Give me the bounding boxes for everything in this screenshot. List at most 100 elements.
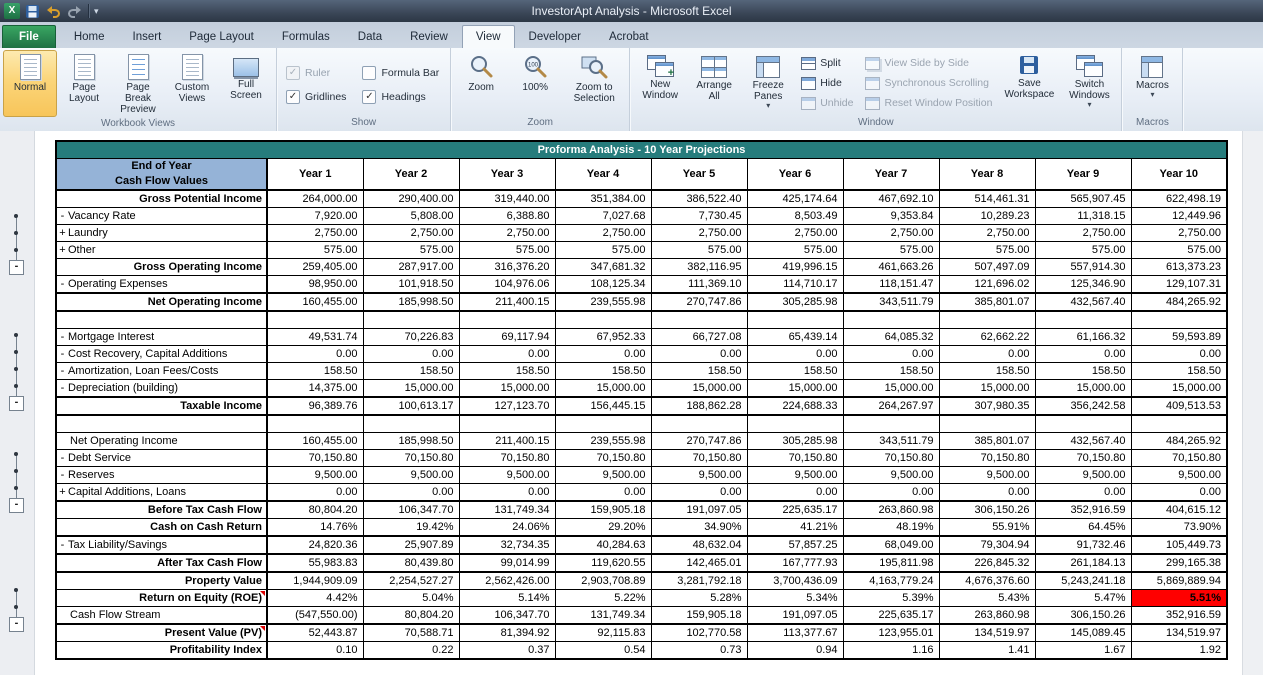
value-cell[interactable]: 0.10 (267, 642, 363, 660)
value-cell[interactable]: 142,465.01 (651, 554, 747, 572)
row-label-cell[interactable]: -Operating Expenses (56, 276, 267, 294)
row-label-cell[interactable]: +Capital Additions, Loans (56, 484, 267, 502)
value-cell[interactable]: 34.90% (651, 519, 747, 537)
value-cell[interactable]: 70,150.80 (747, 450, 843, 467)
value-cell[interactable]: 622,498.19 (1131, 190, 1227, 208)
value-cell[interactable]: 343,511.79 (843, 293, 939, 311)
value-cell[interactable]: 57,857.25 (747, 536, 843, 554)
value-cell[interactable]: 80,804.20 (363, 607, 459, 625)
value-cell[interactable] (267, 311, 363, 329)
value-cell[interactable]: 2,750.00 (651, 225, 747, 242)
value-cell[interactable]: 9,500.00 (267, 467, 363, 484)
row-label-cell[interactable] (56, 311, 267, 329)
value-cell[interactable]: 306,150.26 (939, 501, 1035, 519)
value-cell[interactable]: 613,373.23 (1131, 259, 1227, 276)
value-cell[interactable] (843, 415, 939, 433)
custom-views-button[interactable]: Custom Views (165, 50, 219, 117)
value-cell[interactable]: 2,254,527.27 (363, 572, 459, 590)
value-cell[interactable]: 226,845.32 (939, 554, 1035, 572)
value-cell[interactable]: 65,439.14 (747, 329, 843, 346)
tab-acrobat[interactable]: Acrobat (595, 25, 663, 48)
value-cell[interactable]: 158.50 (459, 363, 555, 380)
value-cell[interactable]: 70,150.80 (459, 450, 555, 467)
value-cell[interactable] (459, 311, 555, 329)
value-cell[interactable] (939, 415, 1035, 433)
value-cell[interactable]: 319,440.00 (459, 190, 555, 208)
year-header-cell[interactable]: Year 1 (267, 159, 363, 191)
split-button[interactable]: Split (797, 54, 857, 73)
value-cell[interactable]: 24,820.36 (267, 536, 363, 554)
value-cell[interactable]: 10,289.23 (939, 208, 1035, 225)
year-header-cell[interactable]: Year 6 (747, 159, 843, 191)
full-screen-button[interactable]: Full Screen (219, 50, 273, 117)
value-cell[interactable]: 382,116.95 (651, 259, 747, 276)
value-cell[interactable]: 2,750.00 (459, 225, 555, 242)
value-cell[interactable]: 5.43% (939, 590, 1035, 607)
value-cell[interactable]: 8,503.49 (747, 208, 843, 225)
value-cell[interactable]: 55.91% (939, 519, 1035, 537)
value-cell[interactable]: 70,150.80 (1131, 450, 1227, 467)
value-cell[interactable]: 7,730.45 (651, 208, 747, 225)
tab-home[interactable]: Home (60, 25, 119, 48)
value-cell[interactable]: 9,500.00 (459, 467, 555, 484)
year-header-cell[interactable]: Year 4 (555, 159, 651, 191)
value-cell[interactable]: 5,869,889.94 (1131, 572, 1227, 590)
value-cell[interactable]: 62,662.22 (939, 329, 1035, 346)
value-cell[interactable]: 356,242.58 (1035, 397, 1131, 415)
row-label-cell[interactable]: Before Tax Cash Flow (56, 501, 267, 519)
page-break-preview-button[interactable]: Page Break Preview (111, 50, 165, 117)
value-cell[interactable]: 5.04% (363, 590, 459, 607)
synchronous-scrolling-button[interactable]: Synchronous Scrolling (861, 74, 996, 93)
value-cell[interactable]: 0.00 (1035, 484, 1131, 502)
value-cell[interactable]: 70,150.80 (363, 450, 459, 467)
value-cell[interactable]: 575.00 (939, 242, 1035, 259)
tab-formulas[interactable]: Formulas (268, 25, 344, 48)
headings-checkbox[interactable]: ✓ Headings (362, 86, 439, 108)
value-cell[interactable]: 5.39% (843, 590, 939, 607)
value-cell[interactable]: 15,000.00 (747, 380, 843, 398)
value-cell[interactable]: 2,750.00 (555, 225, 651, 242)
value-cell[interactable]: 131,749.34 (555, 607, 651, 625)
value-cell[interactable]: 4,676,376.60 (939, 572, 1035, 590)
value-cell[interactable]: 565,907.45 (1035, 190, 1131, 208)
value-cell[interactable]: 92,115.83 (555, 624, 651, 642)
value-cell[interactable]: 0.00 (1035, 346, 1131, 363)
value-cell[interactable]: 386,522.40 (651, 190, 747, 208)
row-label-cell[interactable] (56, 415, 267, 433)
value-cell[interactable]: 195,811.98 (843, 554, 939, 572)
value-cell[interactable]: 261,184.13 (1035, 554, 1131, 572)
value-cell[interactable]: 81,394.92 (459, 624, 555, 642)
outline-collapse-button[interactable]: - (9, 498, 24, 513)
value-cell[interactable]: 5.51% (1131, 590, 1227, 607)
value-cell[interactable]: 9,500.00 (747, 467, 843, 484)
value-cell[interactable]: 118,151.47 (843, 276, 939, 294)
value-cell[interactable]: 290,400.00 (363, 190, 459, 208)
value-cell[interactable]: 507,497.09 (939, 259, 1035, 276)
row-label-cell[interactable]: -Cost Recovery, Capital Additions (56, 346, 267, 363)
value-cell[interactable]: 125,346.90 (1035, 276, 1131, 294)
value-cell[interactable]: 270,747.86 (651, 293, 747, 311)
value-cell[interactable]: 0.00 (651, 484, 747, 502)
value-cell[interactable]: 9,500.00 (1131, 467, 1227, 484)
value-cell[interactable]: 9,500.00 (651, 467, 747, 484)
row-label-cell[interactable]: Profitability Index (56, 642, 267, 660)
value-cell[interactable]: 0.00 (459, 484, 555, 502)
row-label-cell[interactable]: -Depreciation (building) (56, 380, 267, 398)
switch-windows-button[interactable]: Switch Windows ▾ (1060, 50, 1118, 116)
value-cell[interactable]: 48,632.04 (651, 536, 747, 554)
value-cell[interactable]: 100,613.17 (363, 397, 459, 415)
freeze-panes-button[interactable]: Freeze Panes ▾ (741, 50, 795, 116)
macros-button[interactable]: Macros ▾ (1125, 50, 1179, 116)
row-label-cell[interactable]: Net Operating Income (56, 293, 267, 311)
value-cell[interactable]: 61,166.32 (1035, 329, 1131, 346)
value-cell[interactable]: 14.76% (267, 519, 363, 537)
value-cell[interactable]: 2,562,426.00 (459, 572, 555, 590)
value-cell[interactable]: 351,384.00 (555, 190, 651, 208)
value-cell[interactable] (555, 311, 651, 329)
value-cell[interactable]: 73.90% (1131, 519, 1227, 537)
value-cell[interactable]: 467,692.10 (843, 190, 939, 208)
value-cell[interactable]: 158.50 (1131, 363, 1227, 380)
page-layout-view-button[interactable]: Page Layout (57, 50, 111, 117)
reset-window-position-button[interactable]: Reset Window Position (861, 94, 996, 113)
formula-bar-checkbox[interactable]: Formula Bar (362, 62, 439, 84)
